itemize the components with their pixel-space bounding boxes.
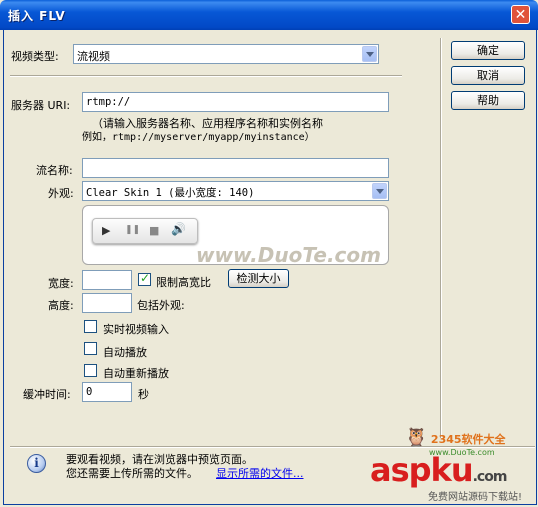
watermark-aspku-brand: aspku <box>370 451 474 489</box>
video-type-value: 流视频 <box>77 50 110 63</box>
stop-icon: ■ <box>149 224 160 237</box>
title-bar: 插入 FLV ✕ <box>0 0 538 30</box>
video-type-select[interactable]: 流视频 <box>73 44 379 64</box>
chevron-down-icon[interactable] <box>362 46 377 62</box>
chevron-down-icon[interactable] <box>372 183 387 199</box>
buffer-label: 缓冲时间: <box>23 388 71 401</box>
autorewind-label: 自动重新播放 <box>103 367 169 380</box>
cancel-button[interactable]: 取消 <box>451 66 525 85</box>
help-button[interactable]: 帮助 <box>451 91 525 110</box>
info-line-2: 您还需要上传所需的文件。 <box>66 467 198 480</box>
width-input[interactable] <box>82 270 132 290</box>
video-type-label: 视频类型: <box>11 50 59 63</box>
constrain-label: 限制高宽比 <box>156 276 211 289</box>
close-button[interactable]: ✕ <box>511 5 530 24</box>
autorewind-checkbox[interactable] <box>84 364 97 377</box>
autoplay-checkbox[interactable] <box>84 342 97 355</box>
watermark-slogan: 免费网站源码下载站! <box>428 492 523 503</box>
info-icon: i <box>27 454 46 473</box>
watermark-duote: www.DuoTe.com <box>196 243 381 267</box>
divider <box>10 75 402 77</box>
height-label: 高度: <box>48 299 74 312</box>
watermark-aspku: aspku.com <box>370 451 508 489</box>
skin-value: Clear Skin 1 (最小宽度: 140) <box>86 187 255 199</box>
server-uri-label: 服务器 URI: <box>11 99 71 112</box>
show-files-link[interactable]: 显示所需的文件... <box>216 465 304 481</box>
server-uri-value: rtmp:// <box>86 96 131 108</box>
player-controls: ▶ ❚❚ ■ 🔊 <box>92 218 198 244</box>
vertical-divider <box>440 38 442 438</box>
live-input-checkbox[interactable] <box>84 320 97 333</box>
buffer-input[interactable]: 0 <box>82 382 132 402</box>
server-uri-hint-2: 例如，rtmp://myserver/myapp/myinstance） <box>82 132 315 143</box>
ok-button[interactable]: 确定 <box>451 41 525 60</box>
watermark-aspku-suffix: .com <box>472 469 508 485</box>
height-suffix: 包括外观: <box>137 299 185 312</box>
stream-name-input[interactable] <box>82 158 389 178</box>
play-icon: ▶ <box>102 224 111 237</box>
autoplay-label: 自动播放 <box>103 346 147 359</box>
window-title: 插入 FLV <box>8 9 66 23</box>
width-label: 宽度: <box>48 277 74 290</box>
height-input[interactable] <box>82 293 132 313</box>
server-uri-input[interactable]: rtmp:// <box>82 92 389 112</box>
volume-icon: 🔊 <box>171 222 186 236</box>
detect-size-button[interactable]: 检测大小 <box>228 269 289 288</box>
buffer-unit: 秒 <box>138 388 149 401</box>
pause-icon: ❚❚ <box>125 225 141 235</box>
skin-label: 外观: <box>48 187 74 200</box>
constrain-checkbox[interactable] <box>138 271 151 286</box>
watermark-2345-text: 2345软件大全 <box>430 433 506 446</box>
skin-select[interactable]: Clear Skin 1 (最小宽度: 140) <box>82 181 389 201</box>
live-input-label: 实时视频输入 <box>103 323 169 336</box>
buffer-value: 0 <box>86 386 93 398</box>
stream-name-label: 流名称: <box>36 164 73 177</box>
